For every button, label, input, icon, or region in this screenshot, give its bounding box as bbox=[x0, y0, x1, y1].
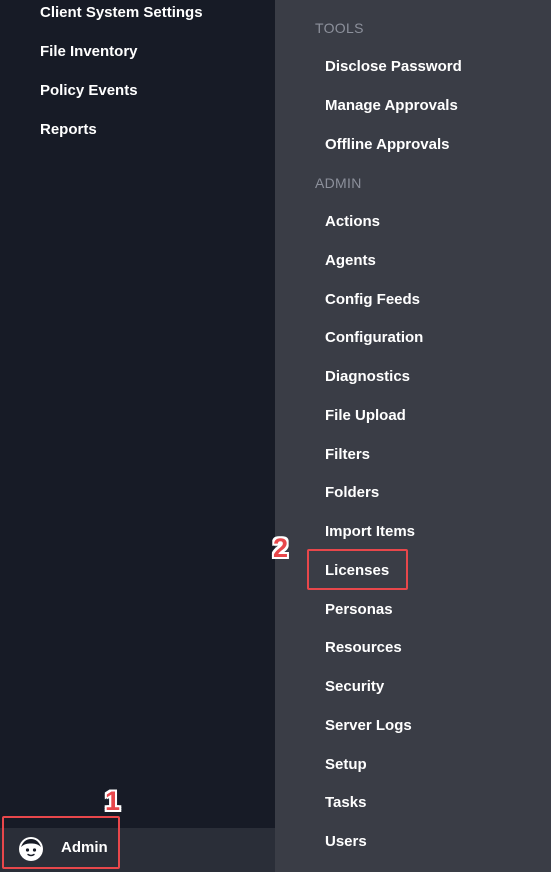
menu-item-personas[interactable]: Personas bbox=[325, 599, 393, 621]
menu-item-filters[interactable]: Filters bbox=[325, 444, 370, 466]
sidebar-item-client-system-settings[interactable]: Client System Settings bbox=[40, 2, 203, 24]
menu-item-tasks[interactable]: Tasks bbox=[325, 792, 366, 814]
menu-item-actions[interactable]: Actions bbox=[325, 211, 380, 233]
sidebar-item-policy-events[interactable]: Policy Events bbox=[40, 80, 138, 102]
menu-item-security[interactable]: Security bbox=[325, 676, 384, 698]
menu-item-configuration[interactable]: Configuration bbox=[325, 327, 423, 349]
menu-item-disclose-password[interactable]: Disclose Password bbox=[325, 56, 462, 78]
menu-item-folders[interactable]: Folders bbox=[325, 482, 379, 504]
menu-item-config-feeds[interactable]: Config Feeds bbox=[325, 289, 420, 311]
menu-item-server-logs[interactable]: Server Logs bbox=[325, 715, 412, 737]
section-header-tools: TOOLS bbox=[315, 20, 364, 36]
step-2-number: 2 bbox=[273, 533, 289, 563]
menu-item-file-upload[interactable]: File Upload bbox=[325, 405, 406, 427]
menu-item-setup[interactable]: Setup bbox=[325, 754, 367, 776]
menu-item-licenses[interactable]: Licenses bbox=[325, 560, 389, 582]
sidebar-item-file-inventory[interactable]: File Inventory bbox=[40, 41, 138, 63]
menu-item-agents[interactable]: Agents bbox=[325, 250, 376, 272]
user-avatar-icon[interactable] bbox=[18, 836, 44, 862]
menu-item-offline-approvals[interactable]: Offline Approvals bbox=[325, 134, 449, 156]
menu-item-manage-approvals[interactable]: Manage Approvals bbox=[325, 95, 458, 117]
menu-item-diagnostics[interactable]: Diagnostics bbox=[325, 366, 410, 388]
admin-flyout-menu bbox=[275, 0, 551, 872]
section-header-admin: ADMIN bbox=[315, 175, 362, 191]
menu-item-users[interactable]: Users bbox=[325, 831, 367, 853]
user-menu-admin[interactable]: Admin bbox=[61, 837, 108, 859]
sidebar-item-reports[interactable]: Reports bbox=[40, 119, 97, 141]
menu-item-resources[interactable]: Resources bbox=[325, 637, 402, 659]
menu-item-import-items[interactable]: Import Items bbox=[325, 521, 415, 543]
step-1-number: 1 bbox=[105, 786, 121, 816]
